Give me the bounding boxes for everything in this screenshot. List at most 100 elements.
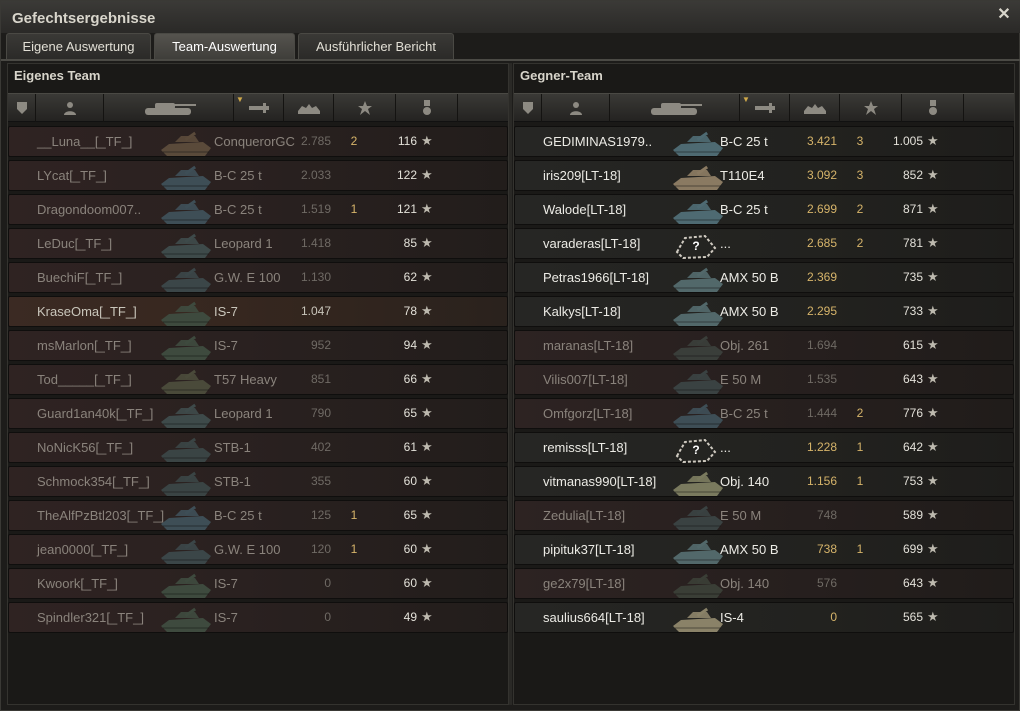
tank-name: Obj. 140 [720, 474, 770, 489]
title-bar: Gefechtsergebnisse ✕ [1, 1, 1020, 33]
squad-icon [15, 101, 29, 115]
player-row[interactable]: ge2x79[LT-18] Obj. 140 576 643 ★ [514, 568, 1014, 599]
xp-value: 1.005 [892, 134, 923, 148]
player-row[interactable]: Petras1966[LT-18] AMX 50 B 2.369 735 ★ [514, 262, 1014, 293]
tab-team-evaluation[interactable]: Team-Auswertung [154, 33, 295, 59]
kills-value: 2 [856, 406, 864, 420]
player-name: maranas[LT-18] [543, 338, 634, 353]
column-damage-icon[interactable]: ▼ [740, 94, 790, 122]
enemy-team-column-header: ▼ [514, 93, 1014, 122]
player-icon [63, 101, 77, 115]
player-row[interactable]: __Luna__[_TF_] ConquerorGC 2.785 2 116 ★ [8, 126, 508, 157]
xp-star-icon: ★ [927, 201, 939, 216]
tank-name: AMX 50 B [720, 542, 779, 557]
xp-star-icon: ★ [421, 473, 433, 488]
player-name: LYcat[_TF_] [37, 168, 107, 183]
tank-name: STB-1 [214, 440, 251, 455]
tank-icon [671, 128, 727, 163]
tank-name: IS-7 [214, 576, 238, 591]
tank-icon [159, 468, 215, 503]
player-row[interactable]: Tod_____[_TF_] T57 Heavy 851 66 ★ [8, 364, 508, 395]
column-kills-icon[interactable] [284, 94, 334, 122]
player-row[interactable]: varaderas[LT-18]?... 2.685 2 781 ★ [514, 228, 1014, 260]
column-tank-icon[interactable] [104, 94, 234, 122]
tank-icon [159, 298, 215, 333]
close-icon[interactable]: ✕ [995, 6, 1013, 24]
xp-star-icon: ★ [927, 133, 939, 148]
damage-value: 1.130 [300, 270, 331, 284]
xp-value: 642 [902, 440, 923, 454]
kills-value: 1 [856, 474, 864, 488]
player-row[interactable]: vitmanas990[LT-18] Obj. 140 1.156 1 753 ★ [514, 466, 1014, 497]
player-row[interactable]: Schmock354[_TF_] STB-1 355 60 ★ [8, 466, 508, 497]
player-name: TheAlfPzBtl203[_TF_] [37, 508, 165, 523]
tank-name: Leopard 1 [214, 406, 273, 421]
player-row[interactable]: msMarlon[_TF_] IS-7 952 94 ★ [8, 330, 508, 361]
kills-value: 2 [856, 202, 864, 216]
kills-value: 2 [350, 134, 358, 148]
tank-icon [671, 196, 727, 231]
window-title: Gefechtsergebnisse [12, 10, 156, 27]
column-player-icon[interactable] [36, 94, 104, 122]
column-player-icon[interactable] [542, 94, 610, 122]
column-medal-icon[interactable] [902, 94, 964, 122]
player-row[interactable]: TheAlfPzBtl203[_TF_] B-C 25 t 125 1 65 ★ [8, 500, 508, 531]
player-row[interactable]: pipituk37[LT-18] AMX 50 B 738 1 699 ★ [514, 534, 1014, 565]
column-tank-icon[interactable] [610, 94, 740, 122]
player-row[interactable]: Vilis007[LT-18] E 50 M 1.535 643 ★ [514, 364, 1014, 395]
kills-icon [802, 101, 828, 115]
player-row[interactable]: LeDuc[_TF_] Leopard 1 1.418 85 ★ [8, 228, 508, 259]
player-row[interactable]: Kwoork[_TF_] IS-7 0 60 ★ [8, 568, 508, 599]
battle-results-window: Gefechtsergebnisse ✕ Eigene Auswertung T… [0, 0, 1020, 711]
player-row[interactable]: remisss[LT-18]?... 1.228 1 642 ★ [514, 432, 1014, 464]
xp-value: 85 [403, 236, 417, 250]
column-xp-star-icon[interactable] [334, 94, 396, 122]
player-row[interactable]: BuechiF[_TF_] G.W. E 100 1.130 62 ★ [8, 262, 508, 293]
tab-detailed-report[interactable]: Ausführlicher Bericht [298, 33, 454, 59]
column-kills-icon[interactable] [790, 94, 840, 122]
enemy-team-title: Gegner-Team [520, 68, 603, 83]
player-row[interactable]: Spindler321[_TF_] IS-7 0 49 ★ [8, 602, 508, 633]
xp-star-icon [357, 100, 373, 116]
player-row[interactable]: Walode[LT-18] B-C 25 t 2.699 2 871 ★ [514, 194, 1014, 225]
player-row[interactable]: iris209[LT-18] T110E4 3.092 3 852 ★ [514, 160, 1014, 191]
xp-value: 94 [403, 338, 417, 352]
player-row[interactable]: Zedulia[LT-18] E 50 M 748 589 ★ [514, 500, 1014, 531]
kills-value: 1 [350, 202, 358, 216]
player-row[interactable]: saulius664[LT-18] IS-4 0 565 ★ [514, 602, 1014, 633]
player-name: varaderas[LT-18] [543, 236, 641, 251]
damage-value: 2.033 [300, 168, 331, 182]
player-row[interactable]: KraseOma[_TF_] IS-7 1.047 78 ★ [8, 296, 508, 327]
player-row[interactable]: LYcat[_TF_] B-C 25 t 2.033 122 ★ [8, 160, 508, 191]
column-squad-icon[interactable] [514, 94, 542, 122]
player-name: Omfgorz[LT-18] [543, 406, 633, 421]
column-medal-icon[interactable] [396, 94, 458, 122]
player-row[interactable]: jean0000[_TF_] G.W. E 100 120 1 60 ★ [8, 534, 508, 565]
player-row[interactable]: Kalkys[LT-18] AMX 50 B 2.295 733 ★ [514, 296, 1014, 327]
xp-star-icon: ★ [421, 439, 433, 454]
player-row[interactable]: Omfgorz[LT-18] B-C 25 t 1.444 2 776 ★ [514, 398, 1014, 429]
column-damage-icon[interactable]: ▼ [234, 94, 284, 122]
player-name: Petras1966[LT-18] [543, 270, 649, 285]
column-xp-star-icon[interactable] [840, 94, 902, 122]
tank-name: B-C 25 t [720, 202, 768, 217]
damage-value: 3.092 [806, 168, 837, 182]
player-row[interactable]: maranas[LT-18] Obj. 261 1.694 615 ★ [514, 330, 1014, 361]
player-row[interactable]: GEDIMINAS1979.. B-C 25 t 3.421 3 1.005 ★ [514, 126, 1014, 157]
tank-icon [159, 570, 215, 605]
player-row[interactable]: Dragondoom007.. B-C 25 t 1.519 1 121 ★ [8, 194, 508, 225]
damage-value: 1.156 [806, 474, 837, 488]
player-row[interactable]: NoNicK56[_TF_] STB-1 402 61 ★ [8, 432, 508, 463]
player-row[interactable]: Guard1an40k[_TF_] Leopard 1 790 65 ★ [8, 398, 508, 429]
xp-star-icon: ★ [421, 269, 433, 284]
xp-star-icon: ★ [421, 337, 433, 352]
player-icon [569, 101, 583, 115]
tab-own-evaluation[interactable]: Eigene Auswertung [6, 33, 151, 59]
tank-name: T57 Heavy [214, 372, 277, 387]
squad-icon [521, 101, 535, 115]
tank-icon [159, 264, 215, 299]
tank-name: Obj. 140 [720, 576, 770, 591]
xp-star-icon: ★ [927, 507, 939, 522]
column-squad-icon[interactable] [8, 94, 36, 122]
kills-value: 1 [856, 440, 864, 454]
